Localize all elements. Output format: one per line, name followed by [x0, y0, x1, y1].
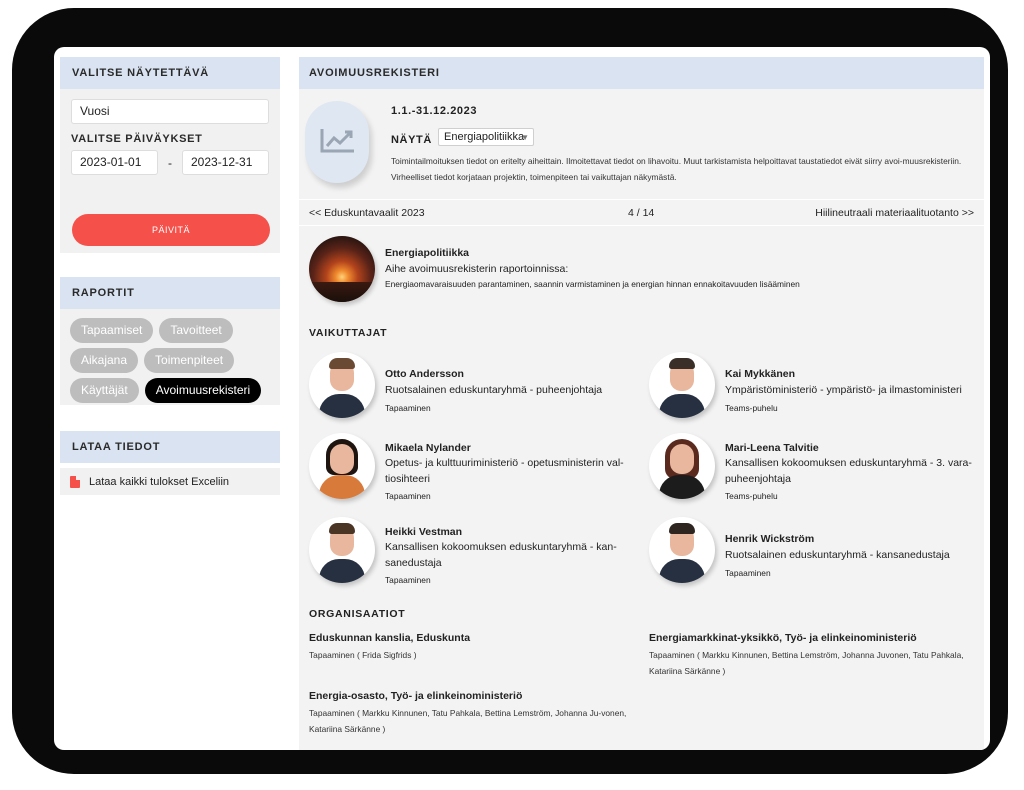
influencer-role: Kansallisen kokoomuksen eduskuntaryhmä -…: [385, 541, 617, 569]
period-controls: Vuosi VALITSE PÄIVÄYKSET 2023-01-01 - 20…: [60, 89, 280, 246]
date-separator: -: [168, 155, 172, 170]
device-frame: VALITSE NÄYTETTÄVÄ AJANJAKSO Vuosi VALIT…: [12, 8, 1008, 774]
topic-subtitle: Aihe avoimuusrekisterin raportoinnissa:: [385, 263, 569, 275]
report-chip-toimenpiteet[interactable]: Toimenpiteet: [144, 348, 235, 373]
next-topic-link[interactable]: Hiilineutraali materiaalituotanto >>: [815, 200, 974, 227]
influencer-card[interactable]: Mikaela Nylander Opetus- ja kulttuurimin…: [309, 433, 639, 501]
avatar: [649, 517, 715, 583]
influencer-card[interactable]: Henrik Wickström Ruotsalainen eduskuntar…: [649, 517, 979, 583]
organization-details: Tapaaminen ( Markku Kinnunen, Tatu Pahka…: [309, 708, 627, 734]
reports-panel: Tapaamiset Tavoitteet Aikajana Toimenpit…: [60, 309, 280, 405]
influencer-meeting: Teams-puhelu: [725, 403, 778, 413]
report-chip-kayttajat[interactable]: Käyttäjät: [70, 378, 139, 403]
main-panel: AVOIMUUSREKISTERI 1.1.-31.12.2023 NÄYTÄ …: [299, 57, 984, 750]
organization-item: Energiamarkkinat-yksikkö, Työ- ja elinke…: [649, 632, 979, 679]
influencers-title: VAIKUTTAJAT: [309, 327, 388, 339]
influencer-card[interactable]: Otto Andersson Ruotsalainen eduskuntaryh…: [309, 352, 639, 418]
sidebar: VALITSE NÄYTETTÄVÄ AJANJAKSO Vuosi VALIT…: [60, 57, 280, 495]
prev-topic-link[interactable]: << Eduskuntavaalit 2023: [309, 200, 425, 227]
dates-label: VALITSE PÄIVÄYKSET: [71, 133, 203, 145]
period-title: 1.1.-31.12.2023: [391, 105, 478, 117]
organization-details: Tapaaminen ( Frida Sigfrids ): [309, 650, 417, 660]
app-screen: VALITSE NÄYTETTÄVÄ AJANJAKSO Vuosi VALIT…: [54, 47, 990, 750]
influencer-meeting: Tapaaminen: [725, 568, 771, 578]
topic-name: Energiapolitiikka: [385, 247, 470, 259]
pager: << Eduskuntavaalit 2023 4 / 14 Hiilineut…: [299, 199, 984, 226]
show-label: NÄYTÄ: [391, 134, 432, 146]
report-chip-aikajana[interactable]: Aikajana: [70, 348, 139, 373]
period-panel: Vuosi VALITSE PÄIVÄYKSET 2023-01-01 - 20…: [60, 89, 280, 253]
avatar: [649, 352, 715, 418]
topic-select[interactable]: Energiapolitiikka ▼: [438, 128, 534, 146]
influencer-name: Kai Mykkänen: [725, 368, 796, 380]
influencer-name: Henrik Wickström: [725, 533, 815, 545]
influencer-name: Mikaela Nylander: [385, 442, 471, 454]
influencer-role: Opetus- ja kulttuuriministeriö - opetusm…: [385, 457, 624, 485]
download-excel-link[interactable]: Lataa kaikki tulokset Exceliin: [60, 468, 280, 495]
influencer-card[interactable]: Heikki Vestman Kansallisen kokoomuksen e…: [309, 517, 639, 585]
start-date-input[interactable]: 2023-01-01: [71, 150, 158, 175]
date-range: 2023-01-01 - 2023-12-31: [71, 150, 269, 175]
influencer-role: Ruotsalainen eduskuntaryhmä - puheenjoht…: [385, 384, 603, 396]
reports-header: RAPORTIT: [60, 277, 280, 309]
chart-trend-icon: [305, 101, 369, 183]
caret-down-icon: ▼: [521, 133, 529, 142]
organization-name: Energia-osasto, Työ- ja elinkeinoministe…: [309, 690, 523, 702]
influencer-meeting: Tapaaminen: [385, 403, 431, 413]
influencer-role: Ympäristöministeriö - ympäristö- ja ilma…: [725, 384, 962, 396]
avatar: [309, 433, 375, 499]
influencer-card[interactable]: Kai Mykkänen Ympäristöministeriö - ympär…: [649, 352, 979, 418]
organization-details: Tapaaminen ( Markku Kinnunen, Bettina Le…: [649, 650, 964, 676]
influencer-role: Ruotsalainen eduskuntaryhmä - kansanedus…: [725, 549, 950, 561]
topic-select-value: Energiapolitiikka: [444, 131, 525, 143]
download-link-label: Lataa kaikki tulokset Exceliin: [89, 475, 230, 488]
influencer-meeting: Tapaaminen: [385, 575, 431, 585]
period-header: VALITSE NÄYTETTÄVÄ AJANJAKSO: [60, 57, 280, 111]
organization-name: Energiamarkkinat-yksikkö, Työ- ja elinke…: [649, 632, 917, 644]
period-select[interactable]: Vuosi: [71, 99, 269, 124]
influencer-meeting: Tapaaminen: [385, 491, 431, 501]
update-button[interactable]: PÄIVITÄ: [72, 214, 270, 246]
influencer-meeting: Teams-puhelu: [725, 491, 778, 501]
organizations-title: ORGANISAATIOT: [309, 608, 406, 620]
file-pdf-icon: [70, 475, 80, 488]
influencer-card[interactable]: Mari-Leena Talvitie Kansallisen kokoomuk…: [649, 433, 979, 501]
organization-item: Energia-osasto, Työ- ja elinkeinoministe…: [309, 690, 634, 737]
avatar: [309, 352, 375, 418]
influencer-name: Otto Andersson: [385, 368, 464, 380]
avatar: [309, 517, 375, 583]
report-chip-tavoitteet[interactable]: Tavoitteet: [159, 318, 233, 343]
intro-text: Toimintailmoituksen tiedot on eritelty a…: [391, 156, 962, 182]
influencer-name: Heikki Vestman: [385, 526, 463, 538]
organization-name: Eduskunnan kanslia, Eduskunta: [309, 632, 471, 644]
download-header: LATAA TIEDOT: [60, 431, 280, 463]
page-count: 4 / 14: [628, 207, 655, 219]
topic-description: Energiaomavaraisuuden parantaminen, saan…: [385, 279, 800, 289]
influencer-name: Mari-Leena Talvitie: [725, 442, 819, 454]
avatar: [649, 433, 715, 499]
end-date-input[interactable]: 2023-12-31: [182, 150, 269, 175]
report-chip-tapaamiset[interactable]: Tapaamiset: [70, 318, 154, 343]
organization-item: Eduskunnan kanslia, Eduskunta Tapaaminen…: [309, 632, 634, 663]
intro-section: 1.1.-31.12.2023 NÄYTÄ Energiapolitiikka …: [299, 95, 984, 193]
influencer-role: Kansallisen kokoomuksen eduskuntaryhmä -…: [725, 457, 972, 485]
main-header: AVOIMUUSREKISTERI: [299, 57, 984, 89]
topic-image: [309, 236, 375, 302]
report-chip-avoimuusrekisteri[interactable]: Avoimuusrekisteri: [144, 378, 262, 403]
